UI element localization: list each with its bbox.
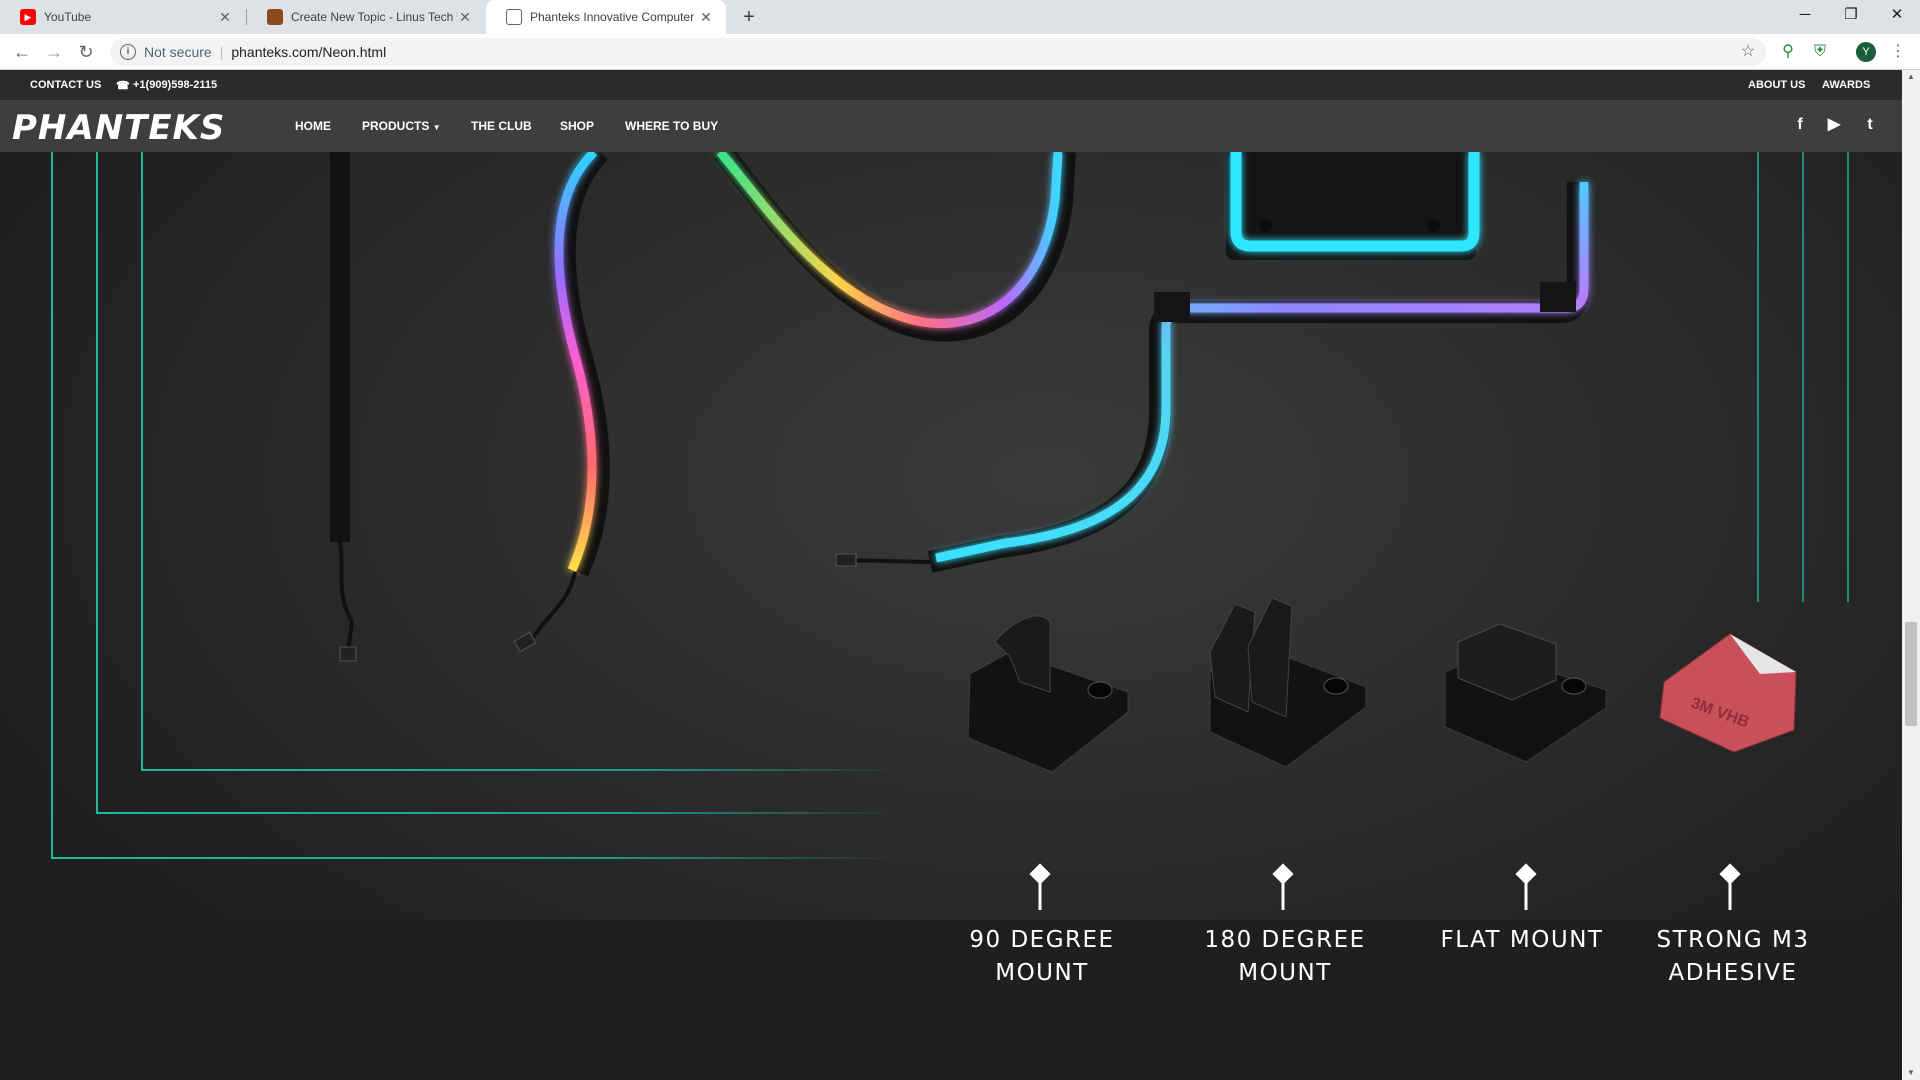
reload-icon[interactable]: ↻ — [72, 38, 100, 66]
close-icon[interactable]: ✕ — [217, 9, 233, 26]
mount-label-line: FLAT MOUNT — [1440, 927, 1604, 953]
scroll-up-icon[interactable]: ▲ — [1902, 70, 1920, 84]
tab-linus-tech-tips[interactable]: Create New Topic - Linus Tech Tips ✕ — [247, 0, 485, 34]
mount-label-flat: FLAT MOUNT — [1422, 924, 1622, 957]
mount-label-line: ADHESIVE — [1668, 960, 1798, 986]
address-bar[interactable]: i Not secure | phanteks.com/Neon.html — [110, 38, 1766, 66]
mount-label-line: MOUNT — [995, 960, 1089, 986]
phone-number[interactable]: +1(909)598-2115 — [133, 79, 217, 91]
tab-title: YouTube — [44, 10, 92, 24]
forward-icon[interactable]: → — [40, 38, 68, 66]
minimize-icon[interactable]: ─ — [1782, 0, 1828, 30]
twitter-icon[interactable]: t — [1859, 114, 1881, 136]
nav-shop[interactable]: SHOP — [560, 119, 594, 133]
restore-icon[interactable]: ❐ — [1828, 0, 1874, 30]
mount-flat-image — [1444, 623, 1607, 763]
mount-180-degree-image — [1209, 597, 1367, 768]
forum-icon — [267, 9, 283, 25]
site-topbar: CONTACT US ☎ +1(909)598-2115 ABOUT US AW… — [0, 70, 1902, 100]
close-icon[interactable]: ✕ — [698, 9, 714, 26]
facebook-icon[interactable]: f — [1789, 114, 1811, 136]
browser-tab-strip: ▶ YouTube ✕ Create New Topic - Linus Tec… — [0, 0, 1920, 34]
neon-strip-vertical — [328, 152, 357, 662]
close-icon[interactable]: ✕ — [457, 9, 473, 26]
tab-phanteks[interactable]: Phanteks Innovative Computer Hardware ✕ — [486, 0, 726, 34]
security-label: Not secure — [144, 44, 212, 60]
page-icon — [506, 9, 522, 25]
nav-where-to-buy[interactable]: WHERE TO BUY — [625, 119, 718, 133]
nav-products[interactable]: PRODUCTS ▼ — [362, 119, 441, 133]
mount-label-180-degree: 180 DEGREE MOUNT — [1185, 924, 1385, 990]
nav-products-label: PRODUCTS — [362, 119, 430, 133]
profile-avatar[interactable]: Y — [1856, 42, 1876, 62]
adhesive-pad-image: 3M VHB — [1659, 633, 1797, 753]
mount-label-line: MOUNT — [1238, 960, 1332, 986]
browser-toolbar: ← → ↻ i Not secure | phanteks.com/Neon.h… — [0, 34, 1920, 70]
neon-strip-curve — [513, 152, 610, 653]
page-scrollbar-track[interactable] — [1902, 70, 1920, 1080]
mount-label-line: STRONG M3 — [1656, 927, 1810, 953]
youtube-icon: ▶ — [20, 9, 36, 25]
extension-shield-icon[interactable]: ⛨ — [1810, 42, 1830, 62]
back-icon[interactable]: ← — [8, 38, 36, 66]
close-window-icon[interactable]: ✕ — [1874, 0, 1920, 30]
nav-home[interactable]: HOME — [295, 119, 331, 133]
nav-the-club[interactable]: THE CLUB — [471, 119, 532, 133]
info-icon[interactable]: i — [120, 44, 136, 60]
phanteks-logo[interactable]: PHANTEKS — [12, 108, 225, 148]
tab-title: Phanteks Innovative Computer Hardware — [530, 10, 698, 24]
mount-pin-markers — [1029, 863, 1741, 910]
phone-icon: ☎ — [116, 80, 130, 92]
page-scrollbar-thumb[interactable] — [1905, 622, 1917, 726]
about-us-link[interactable]: ABOUT US — [1748, 79, 1805, 91]
mount-90-degree-image — [967, 615, 1129, 773]
new-tab-button[interactable]: + — [736, 4, 762, 30]
mount-label-90-degree: 90 DEGREE MOUNT — [942, 924, 1142, 990]
tab-youtube[interactable]: ▶ YouTube ✕ — [0, 0, 245, 34]
extension-key-icon[interactable]: ⚲ — [1778, 42, 1798, 62]
scroll-down-icon[interactable]: ▼ — [1902, 1066, 1920, 1080]
url-text: phanteks.com/Neon.html — [231, 44, 387, 60]
mount-label-line: 90 DEGREE — [969, 927, 1115, 953]
menu-icon[interactable]: ⋮ — [1888, 42, 1908, 62]
contact-us-link[interactable]: CONTACT US — [30, 79, 101, 91]
caret-down-icon: ▼ — [432, 123, 441, 132]
neon-strip-wave — [713, 152, 1076, 342]
neon-strip-loop — [1226, 152, 1480, 260]
omnibox-divider: | — [219, 44, 224, 60]
mount-label-adhesive: STRONG M3 ADHESIVE — [1633, 924, 1833, 990]
mount-label-line: 180 DEGREE — [1204, 927, 1366, 953]
youtube-icon[interactable]: ▶ — [1823, 114, 1845, 136]
tab-title: Create New Topic - Linus Tech Tips — [291, 10, 457, 24]
star-icon[interactable]: ☆ — [1738, 42, 1758, 62]
awards-link[interactable]: AWARDS — [1822, 79, 1870, 91]
site-main-nav: PHANTEKS HOME PRODUCTS ▼ THE CLUB SHOP W… — [0, 100, 1902, 152]
